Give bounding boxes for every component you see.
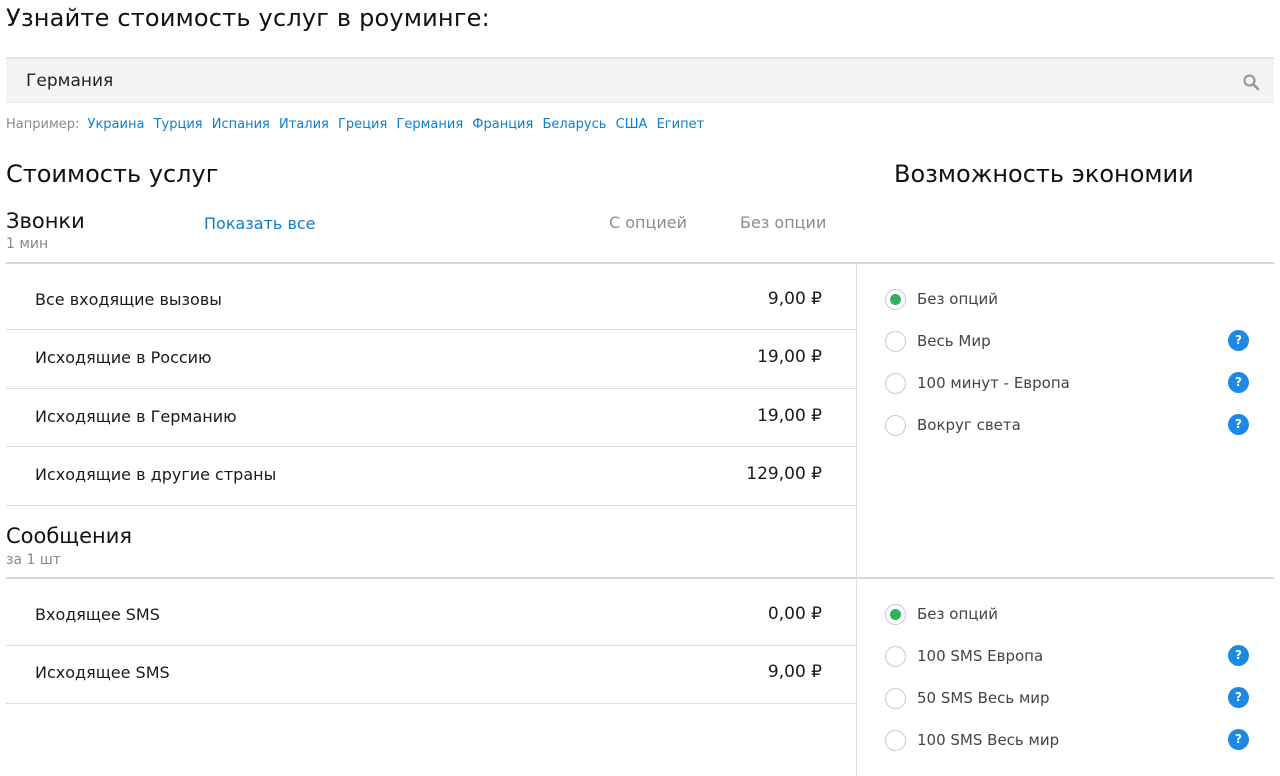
sms-header-divider bbox=[6, 577, 1274, 579]
calls-option-100-min-europe[interactable]: 100 минут - Европа bbox=[885, 372, 1070, 394]
help-icon[interactable]: ? bbox=[1228, 372, 1249, 393]
example-link-greece[interactable]: Греция bbox=[338, 117, 387, 132]
show-all-link[interactable]: Показать все bbox=[204, 214, 316, 233]
radio-button[interactable] bbox=[885, 645, 906, 667]
radio-button[interactable] bbox=[885, 372, 906, 394]
call-row-russia-label: Исходящие в Россию bbox=[35, 348, 212, 367]
example-link-ukraine[interactable]: Украина bbox=[88, 117, 145, 132]
call-row-germany-price: 19,00 ₽ bbox=[757, 406, 822, 426]
example-link-spain[interactable]: Испания bbox=[212, 117, 270, 132]
row-divider bbox=[6, 446, 856, 447]
calls-option-whole-world[interactable]: Весь Мир bbox=[885, 330, 991, 352]
country-search-input[interactable] bbox=[6, 59, 1226, 103]
radio-button[interactable] bbox=[885, 414, 906, 436]
example-link-usa[interactable]: США bbox=[616, 117, 648, 132]
sms-column-divider bbox=[856, 578, 857, 776]
sms-unit: за 1 шт bbox=[6, 552, 61, 568]
option-label: Без опций bbox=[917, 290, 998, 308]
sms-row-outgoing-price: 9,00 ₽ bbox=[767, 662, 822, 682]
option-label: 50 SMS Весь мир bbox=[917, 689, 1050, 707]
page-title: Узнайте стоимость услуг в роуминге: bbox=[6, 4, 490, 32]
country-search[interactable] bbox=[6, 57, 1274, 103]
example-link-italy[interactable]: Италия bbox=[279, 117, 329, 132]
call-row-incoming-label: Все входящие вызовы bbox=[35, 290, 222, 309]
row-divider bbox=[6, 505, 856, 506]
sms-option-100-sms-world[interactable]: 100 SMS Весь мир bbox=[885, 729, 1059, 751]
examples-label: Например: bbox=[6, 117, 80, 132]
search-icon[interactable] bbox=[1242, 73, 1260, 91]
help-icon[interactable]: ? bbox=[1228, 414, 1249, 435]
call-row-other-label: Исходящие в другие страны bbox=[35, 465, 277, 484]
example-link-france[interactable]: Франция bbox=[472, 117, 533, 132]
help-icon[interactable]: ? bbox=[1228, 687, 1249, 708]
option-label: 100 SMS Весь мир bbox=[917, 731, 1060, 749]
sms-row-outgoing-label: Исходящее SMS bbox=[35, 663, 170, 682]
option-label: Без опций bbox=[917, 605, 998, 623]
sms-option-50-sms-world[interactable]: 50 SMS Весь мир bbox=[885, 687, 1050, 709]
calls-option-around-world[interactable]: Вокруг света bbox=[885, 414, 1021, 436]
row-divider bbox=[6, 329, 856, 330]
sms-row-incoming-price: 0,00 ₽ bbox=[767, 604, 822, 624]
example-link-egypt[interactable]: Египет bbox=[657, 117, 705, 132]
row-divider bbox=[6, 703, 856, 704]
sms-title: Сообщения bbox=[6, 524, 133, 548]
country-examples: Например: Украина Турция Испания Италия … bbox=[6, 117, 709, 132]
calls-column-divider bbox=[856, 263, 857, 577]
option-label: 100 SMS Европа bbox=[917, 647, 1044, 665]
calls-title: Звонки bbox=[6, 209, 85, 233]
example-link-turkey[interactable]: Турция bbox=[154, 117, 203, 132]
sms-option-100-sms-europe[interactable]: 100 SMS Европа bbox=[885, 645, 1043, 667]
calls-header-divider bbox=[6, 262, 1274, 264]
help-icon[interactable]: ? bbox=[1228, 645, 1249, 666]
option-label: Весь Мир bbox=[917, 332, 991, 350]
cost-section-title: Стоимость услуг bbox=[6, 160, 219, 188]
call-row-other-price: 129,00 ₽ bbox=[746, 464, 822, 484]
sms-row-incoming-label: Входящее SMS bbox=[35, 605, 160, 624]
example-link-germany[interactable]: Германия bbox=[396, 117, 463, 132]
radio-button-checked[interactable] bbox=[885, 288, 906, 310]
radio-button[interactable] bbox=[885, 729, 906, 751]
call-row-russia-price: 19,00 ₽ bbox=[757, 347, 822, 367]
radio-button-checked[interactable] bbox=[885, 603, 906, 625]
column-header-with-option: С опцией bbox=[609, 213, 688, 232]
option-label: Вокруг света bbox=[917, 416, 1021, 434]
row-divider bbox=[6, 645, 856, 646]
option-label: 100 минут - Европа bbox=[917, 374, 1070, 392]
help-icon[interactable]: ? bbox=[1228, 729, 1249, 750]
economy-section-title: Возможность экономии bbox=[894, 160, 1194, 188]
calls-option-no-options[interactable]: Без опций bbox=[885, 288, 998, 310]
example-link-belarus[interactable]: Беларусь bbox=[542, 117, 606, 132]
help-icon[interactable]: ? bbox=[1228, 330, 1249, 351]
calls-unit: 1 мин bbox=[6, 236, 49, 252]
column-header-without-option: Без опции bbox=[740, 213, 827, 232]
call-row-incoming-price: 9,00 ₽ bbox=[767, 289, 822, 309]
sms-option-no-options[interactable]: Без опций bbox=[885, 603, 998, 625]
radio-button[interactable] bbox=[885, 330, 906, 352]
row-divider bbox=[6, 388, 856, 389]
radio-button[interactable] bbox=[885, 687, 906, 709]
call-row-germany-label: Исходящие в Германию bbox=[35, 407, 237, 426]
